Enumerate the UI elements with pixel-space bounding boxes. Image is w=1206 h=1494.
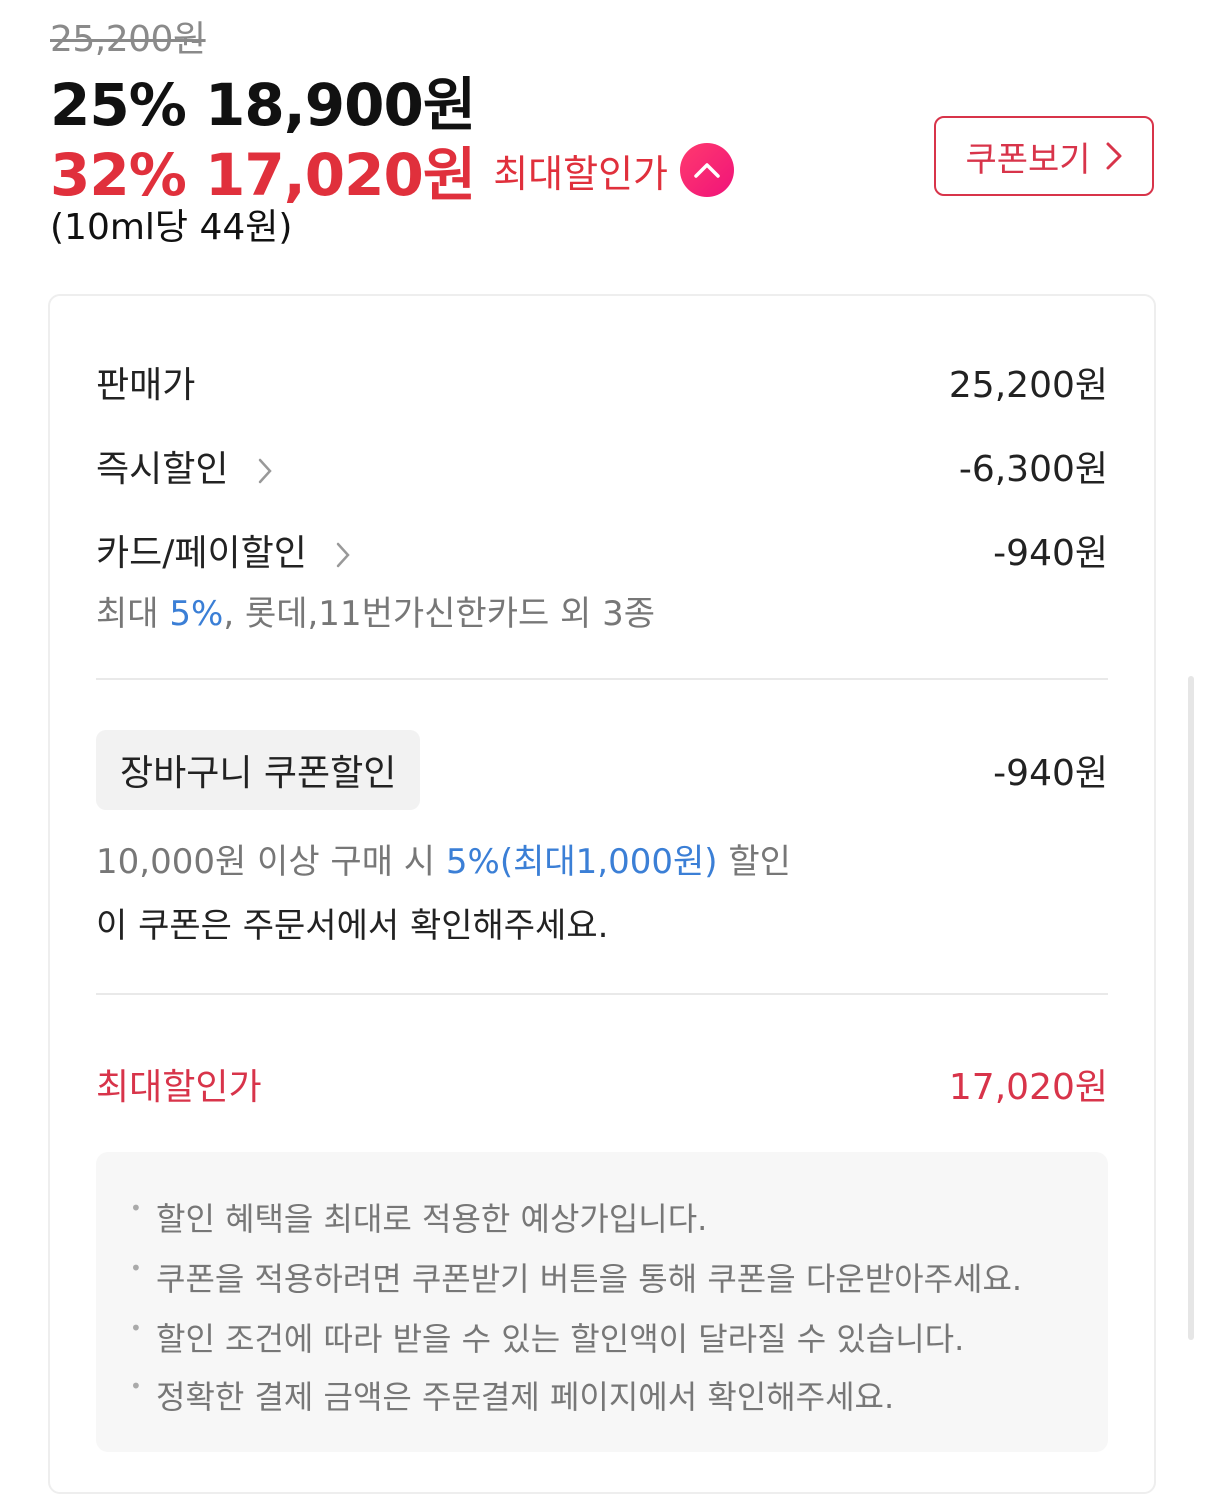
notice-item: 정확한 결제 금액은 주문결제 페이지에서 확인해주세요. [156,1378,895,1416]
cart-coupon-note: 이 쿠폰은 주문서에서 확인해주세요. [96,906,609,946]
cart-coupon-chip: 장바구니 쿠폰할인 [96,730,421,810]
notice-item: 쿠폰을 적용하려면 쿠폰받기 버튼을 통해 쿠폰을 다운받아주세요. [156,1260,1023,1298]
card-discount-value: -940원 [993,533,1108,574]
cart-coupon-row: 장바구니 쿠폰할인 -940원 [96,730,1108,810]
sale-price-value: 25,200원 [948,365,1108,406]
cart-cond-prefix: 10,000원 이상 구매 시 [96,842,446,882]
max-discount-label: 최대할인가 [493,151,669,196]
original-price: 25,200원 [50,19,206,60]
card-detail-pct: 5% [169,594,224,634]
unit-price: (10ml당 44원) [50,207,293,248]
card-detail-suffix: , 롯데,11번가신한카드 외 3종 [223,594,656,634]
view-coupon-button[interactable]: 쿠폰보기 [934,116,1154,196]
bullet-icon: • [130,1196,142,1220]
card-detail-prefix: 최대 [96,594,170,634]
notice-item: 할인 혜택을 최대로 적용한 예상가입니다. [156,1200,708,1238]
view-coupon-label: 쿠폰보기 [965,139,1091,180]
bullet-icon: • [130,1374,142,1398]
max-discount-summary-row: 최대할인가 17,020원 [96,1058,1108,1110]
collapse-chevron-up-icon[interactable] [680,143,735,197]
cart-coupon-value: -940원 [993,753,1108,794]
cart-cond-suffix: 할인 [717,842,791,882]
max-discount-summary-label: 최대할인가 [96,1067,262,1108]
notice-box: • 할인 혜택을 최대로 적용한 예상가입니다. • 쿠폰을 적용하려면 쿠폰받… [96,1152,1108,1452]
divider [96,993,1108,995]
chevron-right-icon [258,458,272,484]
card-discount-label-wrap: 카드/페이할인 [96,524,351,576]
chevron-right-icon [1106,142,1122,170]
instant-discount-value: -6,300원 [958,449,1108,490]
card-discount-detail: 최대 5%, 롯데,11번가신한카드 외 3종 [96,586,655,635]
sale-price-label: 판매가 [96,365,196,406]
sale-price-row: 판매가 25,200원 [96,356,1108,408]
instant-discount-label-wrap: 즉시할인 [96,440,272,492]
card-discount-row[interactable]: 카드/페이할인 -940원 [96,524,1108,576]
cart-cond-highlight: 5%(최대1,000원) [445,842,718,882]
instant-discount-label: 즉시할인 [96,449,229,490]
instant-discount-row[interactable]: 즉시할인 -6,300원 [96,440,1108,492]
chevron-right-icon [337,542,351,568]
notice-item: 할인 조건에 따라 받을 수 있는 할인액이 달라질 수 있습니다. [156,1320,965,1358]
max-discount-summary-value: 17,020원 [948,1067,1108,1108]
scrollbar[interactable] [1188,676,1194,1340]
bullet-icon: • [130,1316,142,1340]
divider [96,678,1108,680]
cart-coupon-condition: 10,000원 이상 구매 시 5%(최대1,000원) 할인 [96,834,791,883]
bullet-icon: • [130,1256,142,1280]
card-discount-label: 카드/페이할인 [96,533,307,574]
